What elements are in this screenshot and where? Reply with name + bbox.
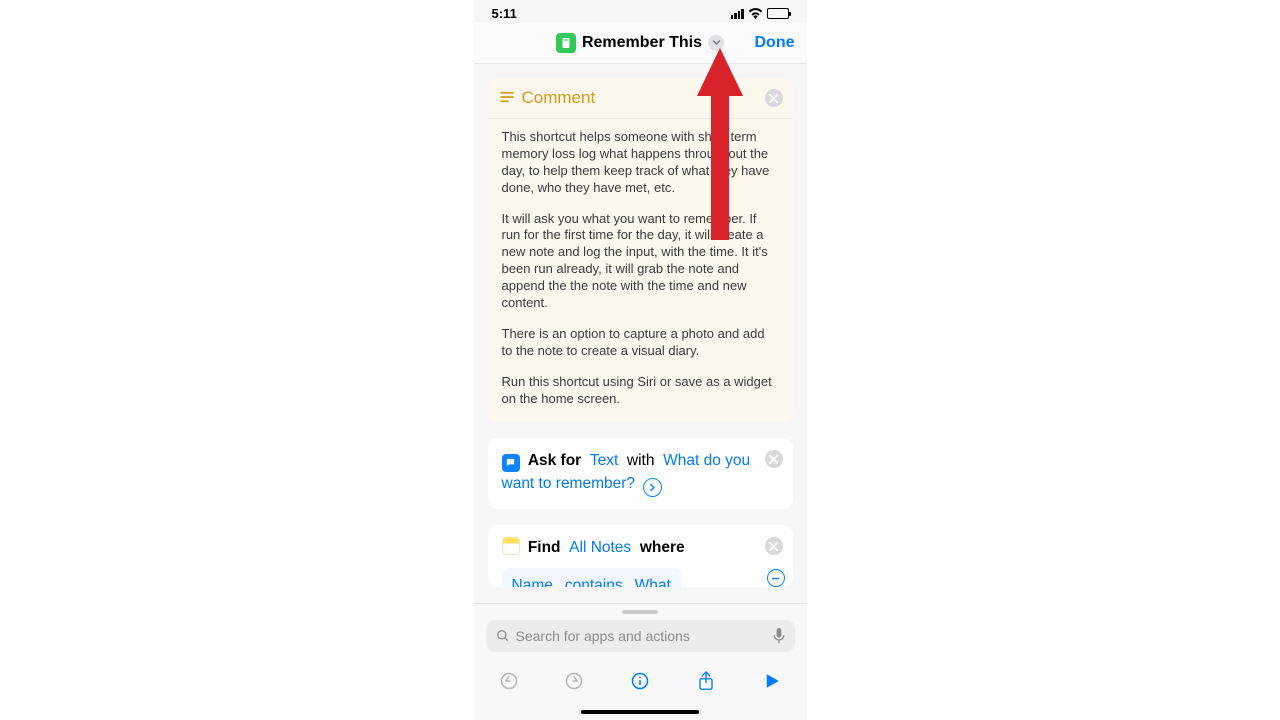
remove-filter-button[interactable] <box>767 569 785 587</box>
filter-field-token[interactable]: Name <box>512 574 553 588</box>
info-button[interactable] <box>625 671 655 691</box>
ask-with-label: with <box>627 452 655 469</box>
undo-button[interactable] <box>494 671 524 691</box>
comment-title: Comment <box>522 88 596 108</box>
bottom-search-panel: Search for apps and actions <box>474 603 807 720</box>
home-indicator[interactable] <box>581 710 699 714</box>
action-search-bar[interactable]: Search for apps and actions <box>486 620 795 652</box>
microphone-icon[interactable] <box>773 628 785 644</box>
notes-app-icon <box>502 537 520 555</box>
status-bar: 5:11 <box>474 0 807 22</box>
comment-action-card[interactable]: Comment This shortcut helps someone with… <box>488 78 793 422</box>
filter-row[interactable]: Name contains What <box>502 568 681 588</box>
remove-ask-button[interactable] <box>765 450 783 468</box>
ask-type-token[interactable]: Text <box>590 452 618 469</box>
shortcut-title: Remember This <box>582 34 702 52</box>
redo-button[interactable] <box>559 671 589 691</box>
shortcut-app-icon <box>556 33 576 53</box>
remove-find-button[interactable] <box>765 537 783 555</box>
title-dropdown-icon[interactable] <box>708 35 724 51</box>
find-scope-token[interactable]: All Notes <box>569 539 631 556</box>
run-button[interactable] <box>757 672 787 690</box>
editor-toolbar <box>486 670 795 692</box>
ask-for-input-action[interactable]: Ask for Text with What do you want to re… <box>488 438 793 509</box>
expand-action-button[interactable] <box>643 478 662 497</box>
comment-icon <box>500 90 514 106</box>
share-button[interactable] <box>691 670 721 692</box>
comment-body[interactable]: This shortcut helps someone with short t… <box>488 119 793 422</box>
wifi-icon <box>748 8 763 19</box>
status-time: 5:11 <box>492 6 517 21</box>
status-indicators <box>731 8 789 19</box>
ask-label: Ask for <box>528 452 581 469</box>
remove-comment-button[interactable] <box>765 89 783 107</box>
filter-operator-token[interactable]: contains <box>565 574 623 588</box>
comment-paragraph: This shortcut helps someone with short t… <box>502 129 779 197</box>
panel-grabber[interactable] <box>622 610 658 614</box>
ask-input-icon <box>502 454 520 472</box>
done-button[interactable]: Done <box>755 34 795 52</box>
nav-bar: Remember This Done <box>474 22 807 64</box>
comment-header: Comment <box>488 78 793 119</box>
find-where-label: where <box>640 539 685 556</box>
comment-paragraph: It will ask you what you want to remembe… <box>502 211 779 312</box>
search-icon <box>496 629 510 643</box>
comment-paragraph: Add multiple Personal Automations to run… <box>502 421 779 422</box>
shortcut-title-group[interactable]: Remember This <box>556 33 724 53</box>
phone-frame: 5:11 Remember This Done Comm <box>474 0 807 720</box>
search-placeholder: Search for apps and actions <box>516 628 767 644</box>
filter-value-token[interactable]: What <box>635 574 671 588</box>
find-notes-action[interactable]: Find All Notes where Name contains What <box>488 525 793 587</box>
cellular-icon <box>731 8 744 19</box>
find-label: Find <box>528 539 561 556</box>
comment-paragraph: Run this shortcut using Siri or save as … <box>502 374 779 408</box>
comment-paragraph: There is an option to capture a photo an… <box>502 326 779 360</box>
battery-icon <box>767 8 789 19</box>
